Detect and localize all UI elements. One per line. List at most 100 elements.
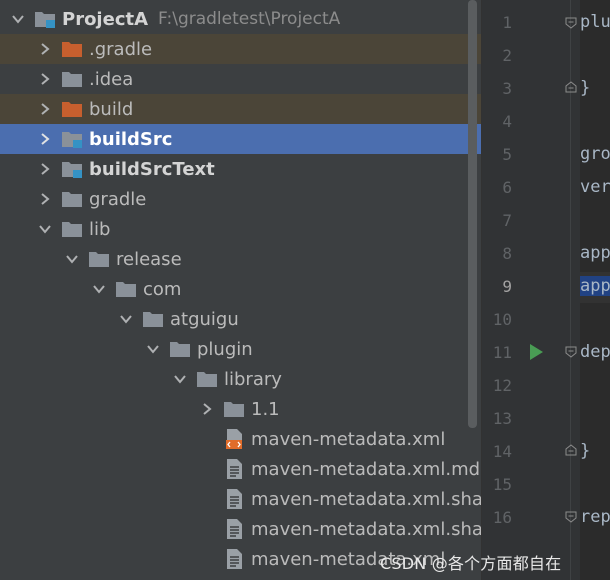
tree-row-idea[interactable]: .idea <box>0 64 481 94</box>
tree-item-label: 1.1 <box>251 398 280 420</box>
folder-icon <box>169 338 191 360</box>
tree-row-atguigu[interactable]: atguigu <box>0 304 481 334</box>
folder-icon <box>196 368 218 390</box>
folder-icon <box>61 188 83 210</box>
tree-row-release[interactable]: release <box>0 244 481 274</box>
line-number: 6 <box>502 178 512 197</box>
code-line: dep <box>580 342 610 362</box>
chevron-right-icon[interactable] <box>37 161 53 177</box>
tree-item-label: buildSrcText <box>89 158 215 180</box>
tree-item-label: plugin <box>197 338 253 360</box>
line-number: 14 <box>492 442 512 461</box>
code-line: rep <box>580 507 610 527</box>
text-file-icon <box>223 518 245 540</box>
tree-item-label: release <box>116 248 182 270</box>
chevron-right-icon[interactable] <box>37 131 53 147</box>
tree-item-label: library <box>224 368 282 390</box>
line-number: 4 <box>502 112 512 131</box>
folder-icon <box>61 68 83 90</box>
tree-item-label: buildSrc <box>89 128 173 150</box>
tree-row-library[interactable]: library <box>0 364 481 394</box>
code-line: plu <box>580 12 610 32</box>
tree-row-file[interactable]: maven-metadata.xml.sha2 <box>0 514 481 544</box>
line-number: 2 <box>502 46 512 65</box>
line-number: 10 <box>492 310 512 329</box>
code-line: gro <box>580 144 610 164</box>
chevron-down-icon[interactable] <box>172 371 188 387</box>
line-number: 11 <box>492 343 512 362</box>
chevron-right-icon[interactable] <box>37 71 53 87</box>
line-number: 15 <box>492 475 512 494</box>
tree-row-file[interactable]: maven-metadata.xml.sha1 <box>0 484 481 514</box>
tree-row-file[interactable]: maven-metadata.xml.md5 <box>0 454 481 484</box>
xml-file-icon <box>223 428 245 450</box>
chevron-down-icon[interactable] <box>91 281 107 297</box>
tree-item-label: .gradle <box>89 38 153 60</box>
tree-row-buildsrc[interactable]: buildSrc <box>0 124 481 154</box>
tree-item-label: lib <box>89 218 111 240</box>
tree-scrollbar[interactable] <box>468 0 477 428</box>
tree-item-label: com <box>143 278 182 300</box>
chevron-down-icon[interactable] <box>37 221 53 237</box>
chevron-right-icon[interactable] <box>199 401 215 417</box>
text-file-icon <box>223 488 245 510</box>
code-line: ver <box>580 177 610 197</box>
code-line: app <box>580 243 610 263</box>
chevron-down-icon[interactable] <box>145 341 161 357</box>
fold-end-icon[interactable] <box>565 444 577 456</box>
tree-item-label: maven-metadata.xml.md5 <box>251 458 481 480</box>
run-icon[interactable] <box>528 343 544 361</box>
project-path: F:\gradletest\ProjectA <box>158 9 341 29</box>
chevron-down-icon[interactable] <box>10 11 26 27</box>
line-number: 3 <box>502 79 512 98</box>
tree-item-label: .idea <box>89 68 134 90</box>
chevron-right-icon[interactable] <box>37 41 53 57</box>
tree-item-label: maven-metadata.xml <box>251 428 446 450</box>
line-number: 13 <box>492 409 512 428</box>
tree-item-label: build <box>89 98 134 120</box>
tree-row-version[interactable]: 1.1 <box>0 394 481 424</box>
code-line: } <box>580 441 591 461</box>
project-tree-panel: ProjectA F:\gradletest\ProjectA .gradle … <box>0 0 481 580</box>
module-folder-icon <box>34 8 56 30</box>
tree-row-build[interactable]: build <box>0 94 481 124</box>
module-folder-icon <box>61 158 83 180</box>
line-number: 7 <box>502 211 512 230</box>
tree-row-plugin[interactable]: plugin <box>0 334 481 364</box>
chevron-right-icon[interactable] <box>37 101 53 117</box>
fold-end-icon[interactable] <box>565 81 577 93</box>
folder-icon <box>88 248 110 270</box>
chevron-right-icon[interactable] <box>37 191 53 207</box>
module-folder-icon <box>61 128 83 150</box>
tree-row-com[interactable]: com <box>0 274 481 304</box>
line-number: 8 <box>502 244 512 263</box>
tree-row-file[interactable]: maven-metadata.xml <box>0 424 481 454</box>
chevron-down-icon[interactable] <box>64 251 80 267</box>
text-file-icon <box>223 548 245 570</box>
fold-open-icon[interactable] <box>565 346 577 358</box>
project-name: ProjectA <box>62 8 149 30</box>
tree-item-label: gradle <box>89 188 147 210</box>
tree-row-root[interactable]: ProjectA F:\gradletest\ProjectA <box>0 4 481 34</box>
line-number: 12 <box>492 376 512 395</box>
folder-icon <box>61 218 83 240</box>
line-number: 16 <box>492 508 512 527</box>
chevron-down-icon[interactable] <box>118 311 134 327</box>
tree-item-label: atguigu <box>170 308 239 330</box>
tree-item-label: maven-metadata.xml.sha1 <box>251 488 481 510</box>
folder-icon <box>115 278 137 300</box>
folder-icon <box>223 398 245 420</box>
tree-row-lib[interactable]: lib <box>0 214 481 244</box>
fold-open-icon[interactable] <box>565 17 577 29</box>
tree-row-gradle-dir[interactable]: .gradle <box>0 34 481 64</box>
excluded-folder-icon <box>61 38 83 60</box>
code-line: } <box>580 78 591 98</box>
tree-row-buildsrctext[interactable]: buildSrcText <box>0 154 481 184</box>
fold-open-icon[interactable] <box>565 511 577 523</box>
line-number-current: 9 <box>502 277 512 296</box>
code-line-selected: app <box>580 276 610 296</box>
text-file-icon <box>223 458 245 480</box>
tree-row-gradle[interactable]: gradle <box>0 184 481 214</box>
tree-item-label: maven-metadata.xml.sha2 <box>251 518 481 540</box>
watermark: CSDN @各个方面都自在 <box>380 554 562 573</box>
